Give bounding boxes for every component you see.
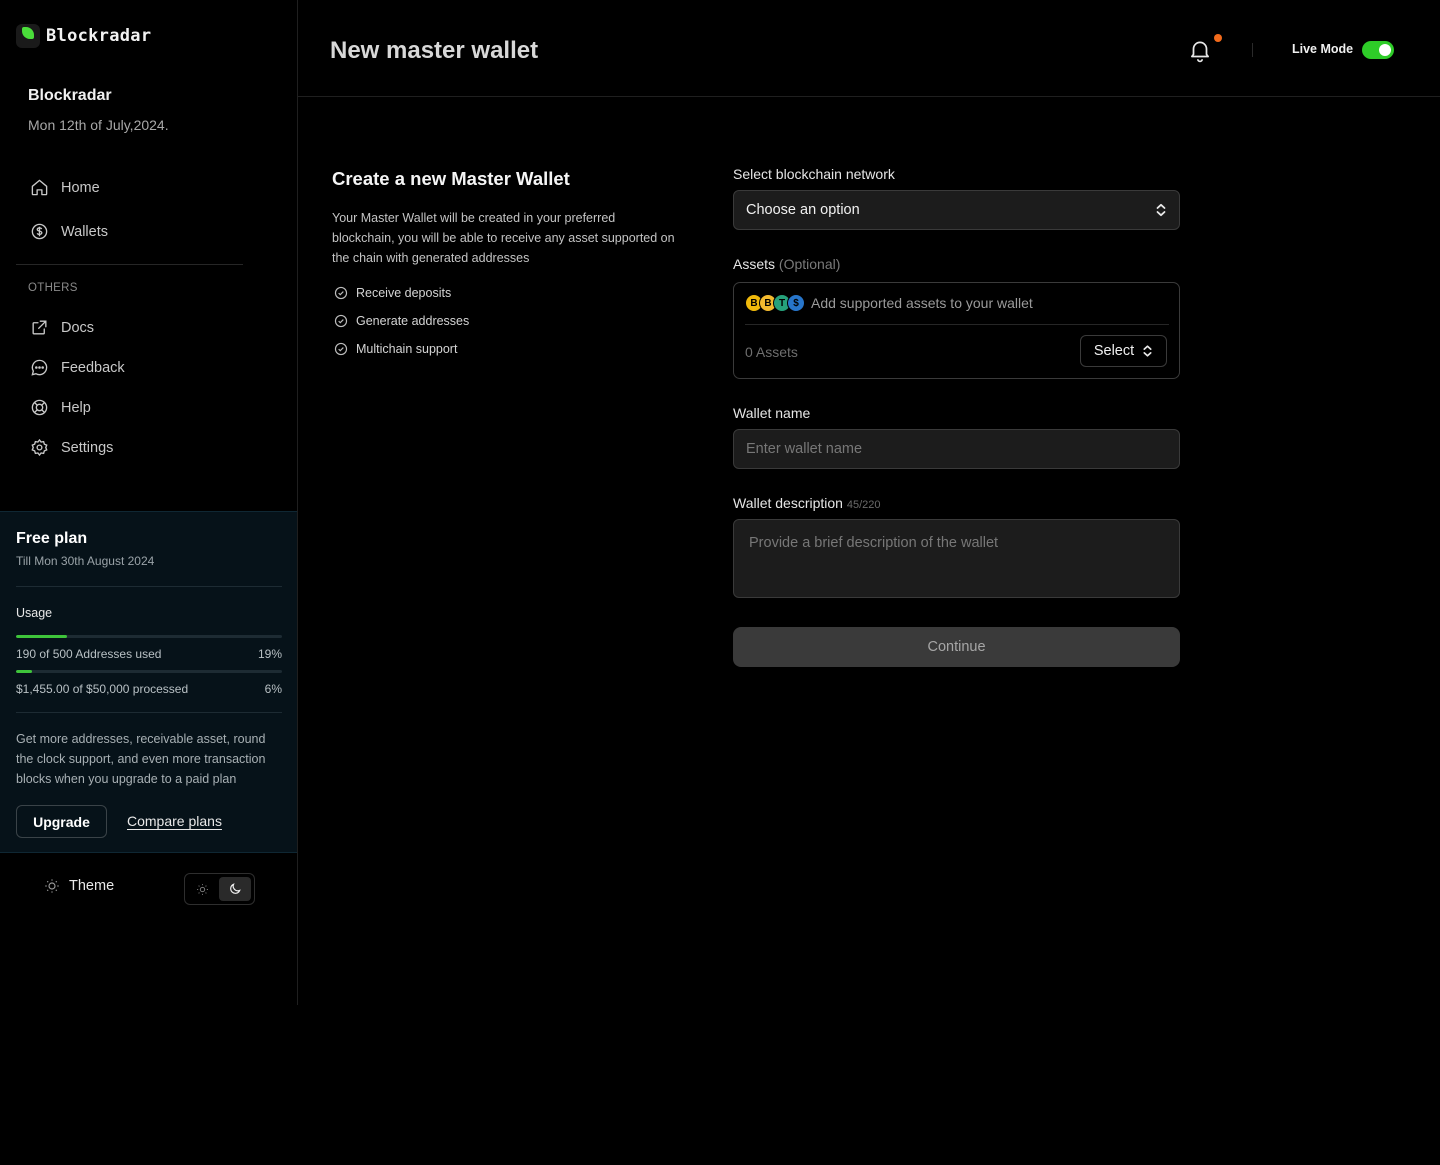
home-icon [31, 179, 48, 196]
header-separator [1252, 43, 1253, 57]
continue-button[interactable]: Continue [733, 627, 1180, 667]
assets-select-button[interactable]: Select [1080, 335, 1167, 367]
moon-icon [229, 883, 241, 894]
gear-icon [31, 438, 48, 457]
addresses-progress-bar [16, 635, 282, 638]
processed-progress-bar [16, 670, 282, 673]
character-counter: 45/220 [846, 499, 881, 511]
chat-bubble-icon [31, 359, 48, 376]
plan-title: Free plan [16, 530, 88, 547]
section-description: Your Master Wallet will be created in yo… [332, 211, 675, 265]
plan-expiry: Till Mon 30th August 2024 [16, 554, 155, 568]
chevron-up-down-icon [1143, 345, 1152, 357]
wallet-description-label-text: Wallet description [733, 495, 843, 511]
wallet-description-input[interactable] [733, 519, 1180, 598]
assets-label: Assets (Optional) [733, 256, 840, 272]
feature-item: Generate addresses [334, 314, 469, 328]
addresses-progress-fill [16, 635, 67, 638]
external-link-icon [32, 320, 47, 335]
plan-card: Free plan Till Mon 30th August 2024 Usag… [0, 511, 297, 853]
check-circle-icon [334, 314, 348, 328]
sidebar-item-wallets[interactable]: Wallets [30, 222, 108, 241]
assets-prompt-row[interactable]: B B T $ Add supported assets to your wal… [745, 294, 1033, 312]
addresses-usage-percent: 19% [257, 647, 282, 661]
sun-icon [196, 883, 208, 895]
wallet-description-label: Wallet description 45/220 [733, 495, 881, 511]
coin-icon: $ [787, 294, 805, 312]
brand-logo[interactable]: Blockradar [16, 24, 151, 48]
check-circle-icon [334, 286, 348, 300]
live-mode-toggle[interactable] [1362, 41, 1394, 59]
dark-theme-option[interactable] [218, 877, 251, 901]
assets-count: 0 Assets [745, 344, 798, 360]
chevron-up-down-icon [1156, 203, 1166, 217]
processed-progress-fill [16, 670, 32, 673]
notification-dot [1214, 34, 1222, 42]
assets-field: B B T $ Add supported assets to your wal… [733, 282, 1180, 379]
addresses-usage-text: 190 of 500 Addresses used [16, 647, 162, 661]
plan-divider [16, 712, 282, 713]
sidebar-item-label: Settings [61, 439, 114, 456]
sidebar-item-label: Home [61, 179, 100, 196]
assets-select-label: Select [1093, 343, 1135, 359]
processed-usage-row: $1,455.00 of $50,000 processed 6% [16, 682, 282, 696]
wallet-name-input[interactable] [733, 429, 1180, 469]
section-title: Create a new Master Wallet [332, 168, 570, 189]
upgrade-button[interactable]: Upgrade [16, 805, 107, 838]
feature-label: Receive deposits [356, 286, 452, 300]
sidebar-item-feedback[interactable]: Feedback [30, 358, 125, 377]
sidebar-item-label: Feedback [61, 359, 125, 376]
sidebar-item-label: Wallets [61, 223, 108, 240]
processed-usage-percent: 6% [264, 682, 282, 696]
light-theme-option[interactable] [188, 877, 217, 901]
lightbulb-icon [45, 879, 59, 893]
theme-label: Theme [69, 878, 115, 894]
feature-item: Multichain support [334, 342, 457, 356]
sidebar-item-home[interactable]: Home [30, 178, 100, 197]
bell-icon[interactable] [1187, 37, 1213, 63]
plan-divider [16, 586, 282, 587]
dollar-circle-icon [31, 223, 48, 240]
page-title: New master wallet [330, 37, 539, 64]
lifebuoy-icon [31, 399, 48, 416]
check-circle-icon [334, 342, 348, 356]
sidebar-item-settings[interactable]: Settings [30, 438, 113, 457]
processed-usage-text: $1,455.00 of $50,000 processed [16, 682, 189, 696]
top-bar: New master wallet Live Mode [298, 0, 1440, 97]
sidebar-item-label: Docs [61, 319, 95, 336]
plan-description: Get more addresses, receivable asset, ro… [16, 732, 266, 786]
assets-optional-text: (Optional) [778, 256, 841, 272]
assets-prompt: Add supported assets to your wallet [811, 295, 1033, 311]
theme-toggle[interactable] [184, 873, 255, 905]
theme-row: Theme [44, 878, 114, 894]
live-mode-label: Live Mode [1292, 42, 1354, 56]
sidebar-item-help[interactable]: Help [30, 398, 91, 417]
org-name: Blockradar [28, 87, 112, 104]
network-label: Select blockchain network [733, 166, 895, 182]
feature-item: Receive deposits [334, 286, 451, 300]
feature-label: Generate addresses [356, 314, 470, 328]
usage-label: Usage [16, 606, 53, 620]
sidebar-item-label: Help [61, 399, 91, 416]
compare-plans-link[interactable]: Compare plans [127, 813, 222, 829]
logo-mark-icon [16, 24, 40, 48]
assets-divider [745, 324, 1169, 325]
network-select-value: Choose an option [746, 202, 860, 218]
sidebar-item-docs[interactable]: Docs [30, 318, 94, 337]
org-date: Mon 12th of July,2024. [28, 117, 169, 133]
nav-divider [16, 264, 243, 265]
wallet-name-label: Wallet name [733, 405, 811, 421]
network-select[interactable]: Choose an option [733, 190, 1180, 230]
brand-name: Blockradar [46, 26, 152, 46]
sidebar: Blockradar Blockradar Mon 12th of July,2… [0, 0, 298, 1005]
nav-section-label: OTHERS [28, 282, 78, 294]
addresses-usage-row: 190 of 500 Addresses used 19% [16, 647, 282, 661]
assets-label-text: Assets [733, 256, 776, 272]
asset-coin-stack: B B T $ [745, 294, 805, 312]
feature-label: Multichain support [356, 342, 458, 356]
